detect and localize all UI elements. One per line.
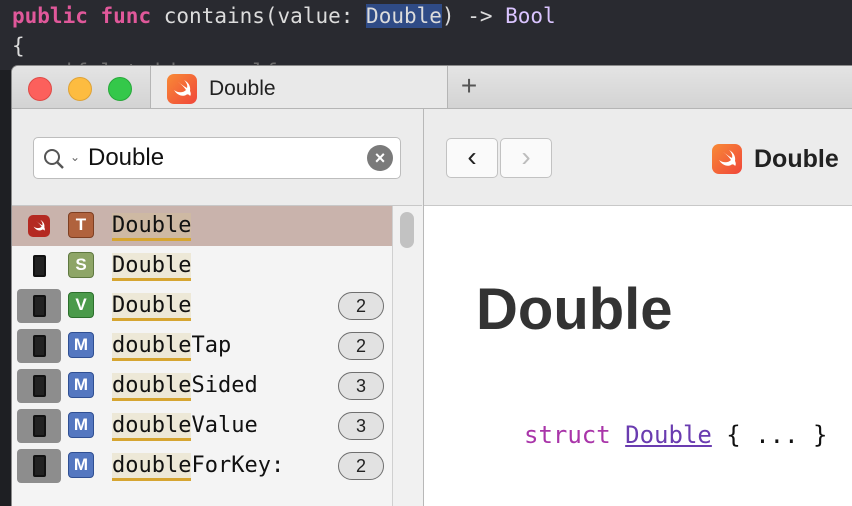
match-highlight: double bbox=[112, 373, 192, 401]
list-item[interactable]: MdoubleValue 3 bbox=[12, 406, 392, 446]
match-highlight: Double bbox=[112, 253, 192, 281]
scrollbar[interactable] bbox=[392, 206, 423, 506]
kind-badge-s: S bbox=[68, 252, 94, 278]
result-name: Double bbox=[112, 253, 192, 281]
result-name: Double bbox=[112, 293, 192, 321]
result-name: doubleValue bbox=[112, 413, 258, 441]
list-item[interactable]: T Double bbox=[12, 206, 392, 246]
result-name-suffix: Sided bbox=[191, 373, 258, 398]
list-item[interactable]: MdoubleForKey: 2 bbox=[12, 446, 392, 486]
list-item[interactable]: V Double 2 bbox=[12, 286, 392, 326]
ios-docset-icon bbox=[17, 449, 61, 483]
tab-label: Double bbox=[209, 77, 276, 100]
result-name: Double bbox=[112, 213, 192, 241]
search-input[interactable] bbox=[88, 143, 358, 173]
type-link[interactable]: Double bbox=[625, 421, 712, 449]
doc-swift-icon bbox=[712, 144, 742, 174]
iphone-icon bbox=[32, 255, 46, 277]
results-list: T Double S Double V Double 2 MdoubleTap 2 Mdouble… bbox=[12, 206, 392, 506]
ios-docset-icon bbox=[17, 249, 61, 283]
swift-icon bbox=[167, 74, 197, 104]
search-bar: ⌄ × bbox=[12, 109, 422, 206]
match-highlight: Double bbox=[112, 293, 192, 321]
code-type: Bool bbox=[505, 4, 556, 28]
ios-docset-icon bbox=[17, 289, 61, 323]
match-highlight: double bbox=[112, 333, 192, 361]
result-name: doubleTap bbox=[112, 333, 232, 361]
search-field: ⌄ × bbox=[33, 137, 401, 179]
code-text: contains(value: bbox=[163, 4, 367, 28]
doc-toolbar: ‹ › Double bbox=[424, 109, 852, 206]
dash-window: Double + ⌄ × TDoubleSDoubleVDouble2Mdoub… bbox=[12, 66, 852, 506]
count-badge[interactable]: 3 bbox=[338, 412, 384, 440]
zoom-window-button[interactable] bbox=[108, 77, 132, 101]
result-name-suffix: ForKey: bbox=[191, 453, 285, 478]
code-rest: { ... } bbox=[711, 421, 828, 449]
doc-header-title: Double bbox=[754, 145, 839, 173]
code-text-2: ) -> bbox=[441, 4, 506, 28]
code-line-1: public func contains(value: Double) -> B… bbox=[12, 4, 556, 28]
list-item[interactable]: MdoubleSided 3 bbox=[12, 366, 392, 406]
iphone-icon bbox=[32, 335, 46, 357]
iphone-icon bbox=[32, 415, 46, 437]
selected-token: Double bbox=[366, 4, 442, 28]
result-name: doubleForKey: bbox=[112, 453, 285, 481]
documentation-pane: ‹ › Double Double struct Double { ... } bbox=[423, 109, 852, 506]
kind-badge-t: T bbox=[68, 212, 94, 238]
declaration-code: struct Double { ... } bbox=[524, 421, 827, 449]
tab-double[interactable]: Double bbox=[150, 66, 448, 108]
list-item[interactable]: S Double bbox=[12, 246, 392, 286]
keyword-public: public bbox=[12, 4, 88, 28]
kind-badge-m: M bbox=[68, 452, 94, 478]
scroll-thumb[interactable] bbox=[400, 212, 414, 248]
code-line-2: { bbox=[12, 34, 25, 58]
close-window-button[interactable] bbox=[28, 77, 52, 101]
ios-docset-icon bbox=[17, 409, 61, 443]
count-badge[interactable]: 2 bbox=[338, 452, 384, 480]
kind-badge-v: V bbox=[68, 292, 94, 318]
title-bar: Double + bbox=[12, 66, 852, 109]
ios-docset-icon bbox=[17, 329, 61, 363]
iphone-icon bbox=[32, 375, 46, 397]
swift-icon bbox=[28, 215, 50, 237]
iphone-icon bbox=[32, 455, 46, 477]
clear-search-button[interactable]: × bbox=[367, 145, 393, 171]
keyword-func: func bbox=[100, 4, 152, 28]
match-highlight: Double bbox=[112, 213, 192, 241]
new-tab-button[interactable]: + bbox=[454, 70, 484, 102]
forward-button[interactable]: › bbox=[500, 138, 552, 178]
count-badge[interactable]: 3 bbox=[338, 372, 384, 400]
list-item[interactable]: MdoubleTap 2 bbox=[12, 326, 392, 366]
code-keyword: struct bbox=[524, 421, 611, 449]
kind-badge-m: M bbox=[68, 332, 94, 358]
count-badge[interactable]: 2 bbox=[338, 332, 384, 360]
back-button[interactable]: ‹ bbox=[446, 138, 498, 178]
iphone-icon bbox=[32, 295, 46, 317]
kind-badge-m: M bbox=[68, 412, 94, 438]
match-highlight: double bbox=[112, 413, 192, 441]
swift-docset-icon bbox=[17, 209, 61, 243]
count-badge[interactable]: 2 bbox=[338, 292, 384, 320]
result-name-suffix: Value bbox=[191, 413, 258, 438]
ios-docset-icon bbox=[17, 369, 61, 403]
doc-title: Double bbox=[476, 277, 673, 342]
minimize-window-button[interactable] bbox=[68, 77, 92, 101]
doc-content: Double struct Double { ... } bbox=[424, 206, 852, 506]
results-pane: ⌄ × TDoubleSDoubleVDouble2MdoubleTap2Mdo… bbox=[12, 109, 423, 506]
search-icon[interactable] bbox=[42, 147, 66, 176]
chevron-down-icon[interactable]: ⌄ bbox=[70, 150, 80, 164]
result-name: doubleSided bbox=[112, 373, 258, 401]
result-name-suffix: Tap bbox=[191, 333, 232, 358]
kind-badge-m: M bbox=[68, 372, 94, 398]
match-highlight: double bbox=[112, 453, 192, 481]
code-editor: public func contains(value: Double) -> B… bbox=[0, 0, 852, 84]
